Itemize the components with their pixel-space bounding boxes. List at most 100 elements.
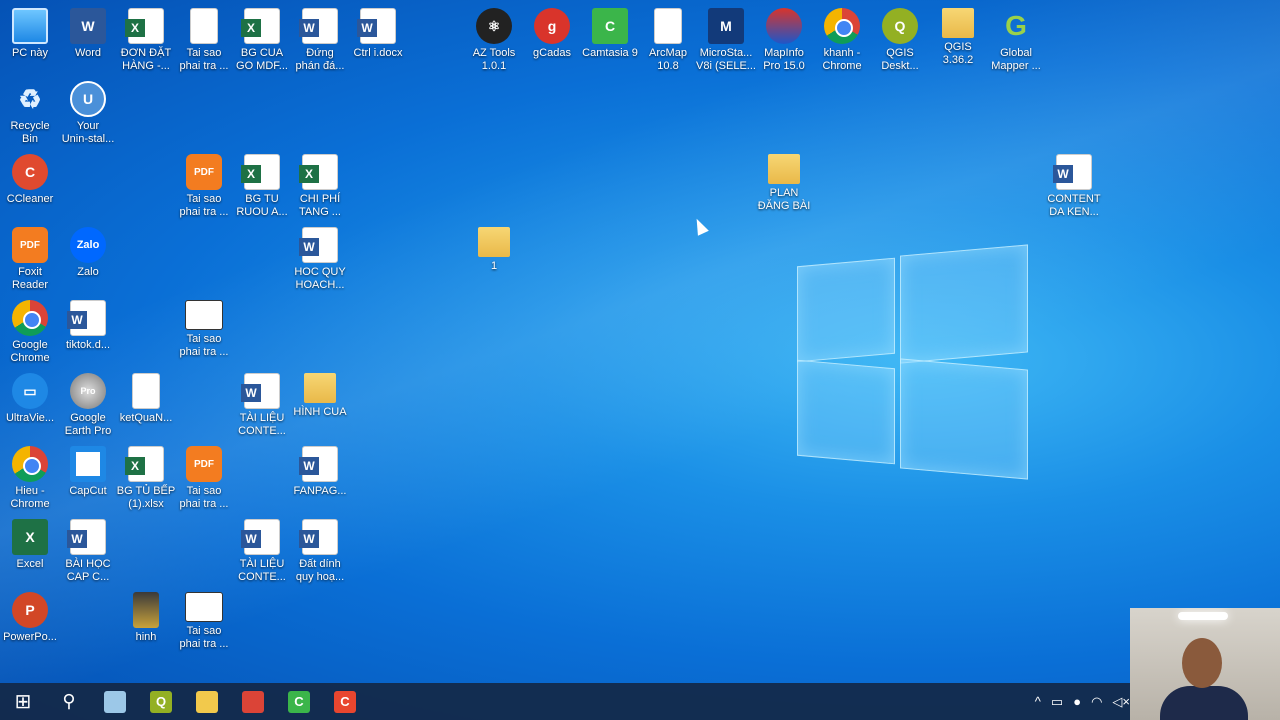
desktop-icon-camtasia-9[interactable]: C Camtasia 9 — [581, 6, 639, 76]
folder-icon — [133, 592, 159, 628]
desktop-icon-label: BG TỦ BẾP (1).xlsx — [116, 485, 176, 510]
desktop-icon-arcmap-10-8[interactable]: ArcMap 10.8 — [639, 6, 697, 76]
desktop-icon-qgis-3-36-2[interactable]: QGIS 3.36.2 — [929, 6, 987, 76]
ultraviewer-icon: ▭ — [12, 373, 48, 409]
aztools-icon: ⚛ — [476, 8, 512, 44]
word-document-icon — [1053, 154, 1092, 190]
word-document-icon — [299, 446, 338, 482]
desktop-icon-capcut[interactable]: CapCut — [59, 444, 117, 514]
desktop-icon-label: Tai sao phai tra ... — [179, 625, 229, 650]
desktop-icon-foxit-reader[interactable]: PDF Foxit Reader — [1, 225, 59, 295]
ccleaner-icon: C — [12, 154, 48, 190]
desktop-icon-global-mapper[interactable]: G Global Mapper ... — [987, 6, 1045, 76]
desktop-icon-tai-sao-phai-tra[interactable]: Tai sao phai tra ... — [175, 6, 233, 76]
pdf-icon: PDF — [186, 154, 222, 190]
desktop-icon-tai-lieu-conte[interactable]: TÀI LIỆU CONTE... — [233, 371, 291, 441]
desktop-icon-don-dat-hang[interactable]: ĐƠN ĐẶT HÀNG -... — [117, 6, 175, 76]
desktop-icon-word[interactable]: W Word — [59, 6, 117, 76]
taskbar-app-qgis[interactable]: Q — [138, 683, 184, 720]
slide-document-icon — [185, 592, 223, 622]
system-tray: ^ ▭ ● ◠ ◁× — [1035, 683, 1130, 720]
desktop-icon-tai-sao-phai-tra[interactable]: Tai sao phai tra ... — [175, 590, 233, 660]
desktop-icon-tiktok-d[interactable]: tiktok.d... — [59, 298, 117, 368]
desktop-icon-excel[interactable]: X Excel — [1, 517, 59, 587]
desktop-icon-google-chrome[interactable]: Google Chrome — [1, 298, 59, 368]
word-document-icon — [357, 8, 396, 44]
folder-icon — [942, 8, 974, 38]
microphone-icon[interactable]: ● — [1073, 694, 1081, 709]
desktop-icon-bg-tu-ruou-a[interactable]: BG TU RUOU A... — [233, 152, 291, 222]
desktop-icon-label: 1 — [490, 260, 498, 272]
desktop-icon-hieu-chrome[interactable]: Hieu - Chrome — [1, 444, 59, 514]
google-earth-icon: Pro — [70, 373, 106, 409]
desktop-icon-bai-hoc-cap-c[interactable]: BÀI HỌC CAP C... — [59, 517, 117, 587]
taskbar-app-explorer[interactable] — [184, 683, 230, 720]
desktop-icon-content-da-ken[interactable]: CONTENT DA KEN... — [1045, 152, 1103, 222]
desktop-icon-tai-sao-phai-tra[interactable]: PDF Tai sao phai tra ... — [175, 444, 233, 514]
file-icon — [190, 8, 218, 44]
desktop-icon-label: CCleaner — [6, 193, 54, 205]
desktop-icon-khanh-chrome[interactable]: khanh - Chrome — [813, 6, 871, 76]
taskbar-app-files[interactable] — [92, 683, 138, 720]
desktop-icon-plan-dang-bai[interactable]: PLAN ĐĂNG BÀI — [755, 152, 813, 222]
desktop-icon-hinh-cua[interactable]: HÌNH CUA — [291, 371, 349, 441]
desktop-icon-label: TÀI LIỆU CONTE... — [238, 412, 286, 437]
excel-document-icon — [299, 154, 338, 190]
desktop-icon-gcadas[interactable]: g gCadas — [523, 6, 581, 76]
desktop-icon-tai-sao-phai-tra[interactable]: PDF Tai sao phai tra ... — [175, 152, 233, 222]
mouse-cursor — [691, 216, 709, 236]
desktop-icon-bg-tu-bep-1-xlsx[interactable]: BG TỦ BẾP (1).xlsx — [117, 444, 175, 514]
desktop-icon-label: BG CUA GO MDF... — [236, 47, 288, 72]
desktop-icon-label: Google Chrome — [10, 339, 50, 364]
desktop-icon-label: Tai sao phai tra ... — [179, 47, 229, 72]
desktop-icon-ketquan[interactable]: ketQuaN... — [117, 371, 175, 441]
desktop-icon-pc-nay[interactable]: PC này — [1, 6, 59, 76]
desktop-icon-powerpo[interactable]: P PowerPo... — [1, 590, 59, 660]
desktop-icon-label: hinh — [135, 631, 157, 643]
desktop-icon-fanpag[interactable]: FANPAG... — [291, 444, 349, 514]
wifi-icon[interactable]: ◠ — [1091, 694, 1102, 710]
desktop-icon-label: Recycle Bin — [10, 120, 50, 145]
chevron-up-icon[interactable]: ^ — [1035, 694, 1041, 709]
global-mapper-icon: G — [1005, 10, 1027, 41]
word-icon: W — [70, 8, 106, 44]
desktop-icon-dat-dinh-quy-hoa[interactable]: Đất dính quy hoạ... — [291, 517, 349, 587]
start-button[interactable]: ⊞ — [0, 683, 46, 720]
taskbar-app-chrome[interactable] — [230, 683, 276, 720]
desktop-icon-zalo[interactable]: Zalo Zalo — [59, 225, 117, 295]
desktop-icon-tai-lieu-conte[interactable]: TÀI LIỆU CONTE... — [233, 517, 291, 587]
mapinfo-icon — [766, 8, 802, 44]
desktop-icon-google-earth-pro[interactable]: Pro Google Earth Pro — [59, 371, 117, 441]
desktop-icon-label: QGIS 3.36.2 — [942, 41, 974, 66]
desktop-icon-1[interactable]: 1 — [465, 225, 523, 295]
taskbar-app-camtasia[interactable]: C — [276, 683, 322, 720]
battery-icon[interactable]: ▭ — [1051, 694, 1063, 710]
desktop-icon-mapinfo-pro-15-0[interactable]: MapInfo Pro 15.0 — [755, 6, 813, 76]
desktop-icon-label: Đứng phán đá... — [295, 47, 345, 72]
desktop-icon-recycle-bin[interactable]: ♻ Recycle Bin — [1, 79, 59, 149]
camtasia-recorder-icon: C — [334, 690, 356, 713]
windows-logo-wallpaper — [795, 242, 1031, 480]
desktop-icon-ccleaner[interactable]: C CCleaner — [1, 152, 59, 222]
computer-icon — [12, 8, 48, 44]
desktop-icon-hoc-quy-hoach[interactable]: HOC QUY HOACH... — [291, 225, 349, 295]
desktop-icon-ctrl-i-docx[interactable]: Ctrl i.docx — [349, 6, 407, 76]
volume-mute-icon[interactable]: ◁× — [1112, 694, 1130, 710]
zalo-icon: Zalo — [70, 227, 106, 263]
desktop-icon-qgis-deskt[interactable]: Q QGIS Deskt... — [871, 6, 929, 76]
taskbar-app-camtasia-recorder[interactable]: C — [322, 683, 368, 720]
desktop-icon-ultravie[interactable]: ▭ UltraVie... — [1, 371, 59, 441]
desktop-icon-label: FANPAG... — [293, 485, 347, 497]
desktop-icon-bg-cua-go-mdf[interactable]: BG CUA GO MDF... — [233, 6, 291, 76]
desktop-icon-label: CONTENT DA KEN... — [1047, 193, 1101, 218]
desktop-icon-tai-sao-phai-tra[interactable]: Tai sao phai tra ... — [175, 298, 233, 368]
desktop-icon-your-unin-stal[interactable]: U Your Unin-stal... — [59, 79, 117, 149]
word-document-icon — [241, 519, 280, 555]
desktop-icon-chi-phi-tang[interactable]: CHI PHÍ TANG ... — [291, 152, 349, 222]
desktop-icon-az-tools-1-0-1[interactable]: ⚛ AZ Tools 1.0.1 — [465, 6, 523, 76]
desktop-icon-microsta-v8i-sele[interactable]: M MicroSta... V8i (SELE... — [696, 6, 756, 76]
desktop-icon-label: Hieu - Chrome — [10, 485, 50, 510]
desktop-icon-hinh[interactable]: hinh — [117, 590, 175, 660]
desktop-icon-dung-phan-da[interactable]: Đứng phán đá... — [291, 6, 349, 76]
search-button[interactable]: ⚲ — [46, 683, 92, 720]
